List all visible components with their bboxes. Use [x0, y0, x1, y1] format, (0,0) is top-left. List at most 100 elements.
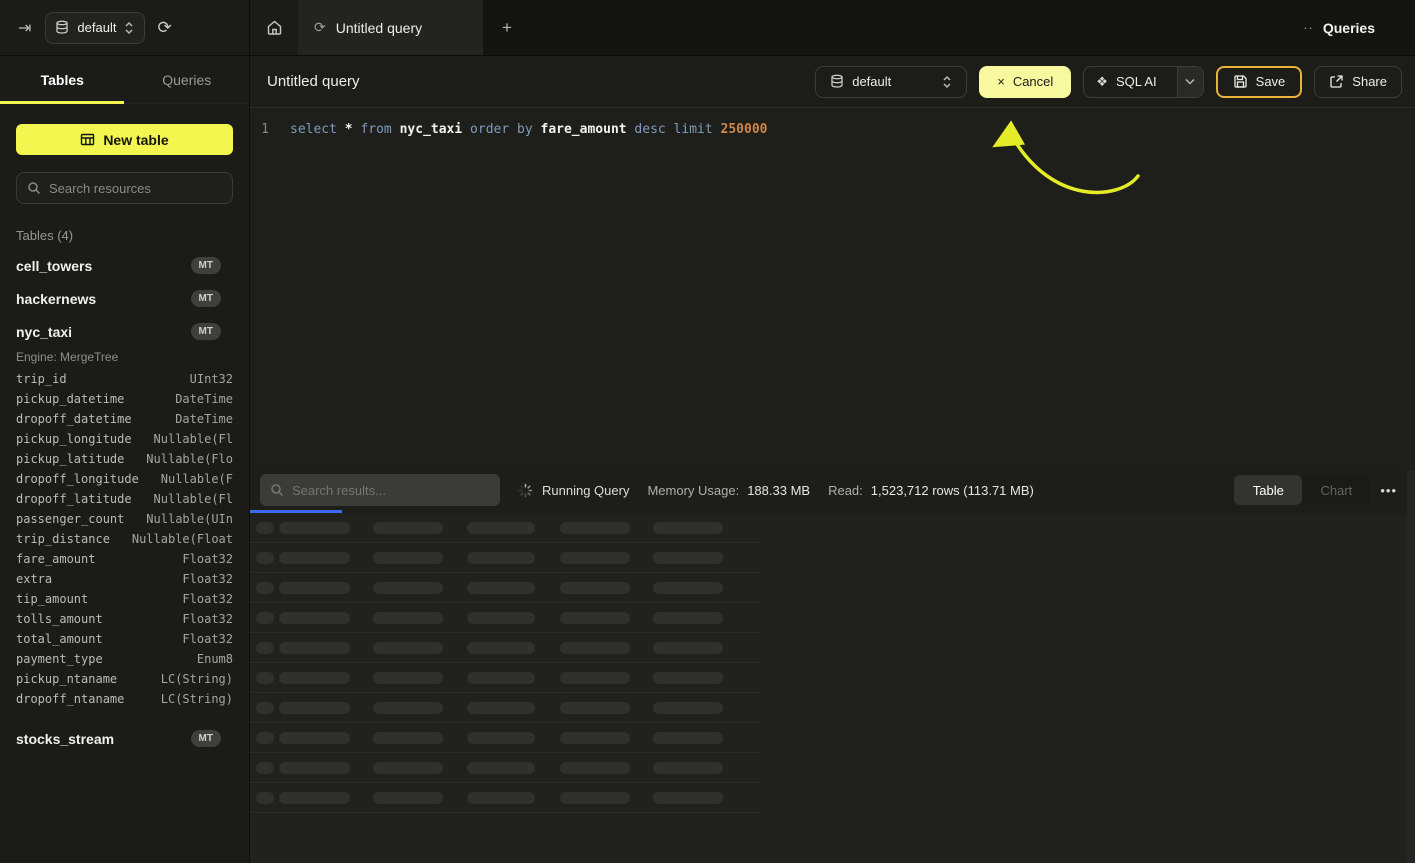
- queries-menu-label: Queries: [1323, 20, 1375, 36]
- share-label: Share: [1352, 74, 1387, 89]
- sql-ai-main[interactable]: ❖ SQL AI: [1084, 67, 1168, 97]
- spinner-icon: [518, 483, 533, 498]
- queries-dots-icon: ··: [1303, 20, 1314, 35]
- skeleton-cell: [653, 792, 723, 804]
- query-header: Untitled query default: [250, 56, 1415, 108]
- column-row: payment_type Enum8: [16, 652, 233, 672]
- column-type: Nullable(Fl: [154, 492, 233, 506]
- share-button[interactable]: Share: [1314, 66, 1402, 98]
- column-row: fare_amount Float32: [16, 552, 233, 572]
- sidebar-tabs: Tables Queries: [0, 56, 249, 104]
- skeleton-cell: [467, 792, 535, 804]
- column-name: pickup_latitude: [16, 452, 124, 466]
- column-row: dropoff_longitude Nullable(F: [16, 472, 233, 492]
- toggle-table[interactable]: Table: [1234, 475, 1302, 505]
- refresh-icon[interactable]: ⟳: [157, 18, 171, 38]
- skeleton-cell: [373, 582, 443, 594]
- sparkles-icon: ❖: [1096, 74, 1108, 90]
- sql-ai-button[interactable]: ❖ SQL AI: [1083, 66, 1203, 98]
- skeleton-cell: [279, 732, 350, 744]
- sql-editor[interactable]: 1 select * from nyc_taxi order by fare_a…: [250, 108, 1415, 470]
- skeleton-row: [250, 573, 760, 603]
- results-search[interactable]: [260, 474, 500, 506]
- column-row: dropoff_latitude Nullable(Fl: [16, 492, 233, 512]
- column-type: Enum8: [197, 652, 233, 666]
- table-item[interactable]: cell_towers MT: [16, 249, 233, 282]
- skeleton-cell: [256, 522, 274, 534]
- skeleton-cell: [560, 792, 630, 804]
- skeleton-cell: [256, 732, 274, 744]
- sql-code[interactable]: select * from nyc_taxi order by fare_amo…: [280, 120, 768, 140]
- cancel-button[interactable]: × Cancel: [979, 66, 1071, 98]
- home-button[interactable]: [250, 0, 298, 55]
- skeleton-cell: [467, 612, 535, 624]
- column-row: trip_id UInt32: [16, 372, 233, 392]
- column-type: DateTime: [175, 392, 233, 406]
- tab-untitled-query[interactable]: ⟳ Untitled query: [298, 0, 483, 55]
- new-tab-button[interactable]: +: [483, 0, 531, 55]
- sql-token: select: [290, 122, 337, 137]
- tab-strip: ⟳ Untitled query +: [250, 0, 531, 55]
- more-options-icon[interactable]: •••: [1380, 483, 1397, 498]
- collapse-sidebar-icon[interactable]: ⇥: [14, 16, 35, 40]
- memory-usage-value: 188.33 MB: [747, 483, 810, 498]
- columns-list: trip_id UInt32pickup_datetime DateTimedr…: [16, 372, 233, 712]
- search-resources-input[interactable]: [49, 181, 222, 196]
- tables-list: cell_towers MThackernews MTnyc_taxi MTEn…: [16, 249, 233, 755]
- skeleton-cell: [373, 552, 443, 564]
- skeleton-cell: [256, 552, 274, 564]
- column-name: pickup_longitude: [16, 432, 132, 446]
- updown-chevrons-icon: [942, 75, 952, 89]
- table-item[interactable]: hackernews MT: [16, 282, 233, 315]
- sql-ai-dropdown[interactable]: [1177, 67, 1203, 97]
- column-type: Nullable(F: [161, 472, 233, 486]
- chevron-down-icon: [1185, 78, 1195, 85]
- updown-chevrons-icon: [124, 21, 134, 35]
- search-results-input[interactable]: [292, 483, 490, 498]
- column-type: Float32: [182, 592, 233, 606]
- table-name: hackernews: [16, 291, 96, 307]
- skeleton-cell: [279, 672, 350, 684]
- skeleton-cell: [373, 702, 443, 714]
- skeleton-row: [250, 543, 760, 573]
- skeleton-cell: [256, 612, 274, 624]
- sidebar-search[interactable]: [16, 172, 233, 204]
- save-button[interactable]: Save: [1216, 66, 1303, 98]
- column-name: payment_type: [16, 652, 103, 666]
- close-icon: ×: [997, 74, 1005, 89]
- toggle-chart[interactable]: Chart: [1302, 475, 1370, 505]
- results-toolbar: Running Query Memory Usage: 188.33 MB Re…: [250, 470, 1415, 510]
- skeleton-cell: [373, 762, 443, 774]
- query-status: Running Query: [518, 483, 629, 498]
- sql-token: *: [337, 122, 353, 137]
- skeleton-row: [250, 663, 760, 693]
- new-table-button[interactable]: New table: [16, 124, 233, 155]
- column-type: Nullable(Float: [132, 532, 233, 546]
- skeleton-cell: [256, 642, 274, 654]
- topbar-database-value: default: [77, 20, 116, 35]
- engine-badge: MT: [191, 290, 221, 307]
- skeleton-row: [250, 603, 760, 633]
- column-name: total_amount: [16, 632, 103, 646]
- sync-icon: ⟳: [314, 19, 326, 36]
- column-type: DateTime: [175, 412, 233, 426]
- sidebar-tab-tables[interactable]: Tables: [0, 56, 125, 103]
- query-database-selector[interactable]: default: [815, 66, 967, 98]
- skeleton-cell: [373, 522, 443, 534]
- table-item[interactable]: nyc_taxi MT: [16, 315, 233, 348]
- sidebar: Tables Queries New table: [0, 56, 250, 863]
- column-name: fare_amount: [16, 552, 95, 566]
- code-line[interactable]: 1 select * from nyc_taxi order by fare_a…: [250, 120, 1415, 140]
- table-item[interactable]: stocks_stream MT: [16, 722, 233, 755]
- cancel-label: Cancel: [1013, 74, 1053, 89]
- queries-menu[interactable]: ·· Queries: [1303, 0, 1415, 55]
- column-name: tolls_amount: [16, 612, 103, 626]
- view-toggle: Table Chart: [1234, 475, 1370, 505]
- column-name: trip_distance: [16, 532, 110, 546]
- skeleton-cell: [653, 702, 723, 714]
- skeleton-row: [250, 753, 760, 783]
- skeleton-cell: [560, 642, 630, 654]
- topbar-database-selector[interactable]: default: [45, 12, 145, 44]
- topbar-left: ⇥ default ⟳: [0, 0, 250, 55]
- sidebar-tab-queries[interactable]: Queries: [125, 56, 250, 103]
